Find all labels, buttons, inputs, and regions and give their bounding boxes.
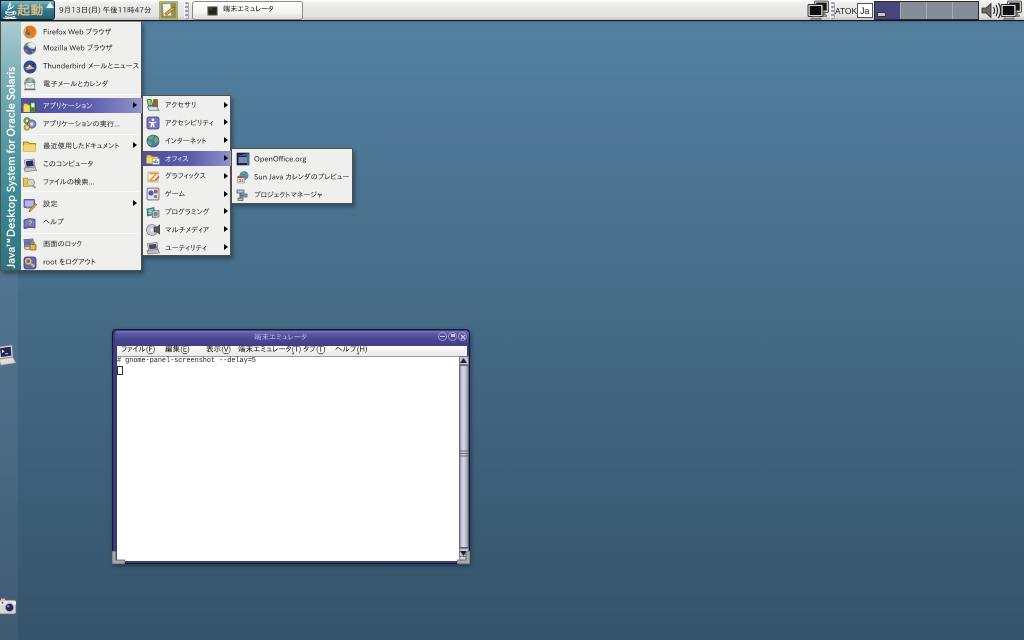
svg-text:31: 31 — [239, 178, 245, 183]
svg-text:?: ? — [28, 218, 33, 227]
